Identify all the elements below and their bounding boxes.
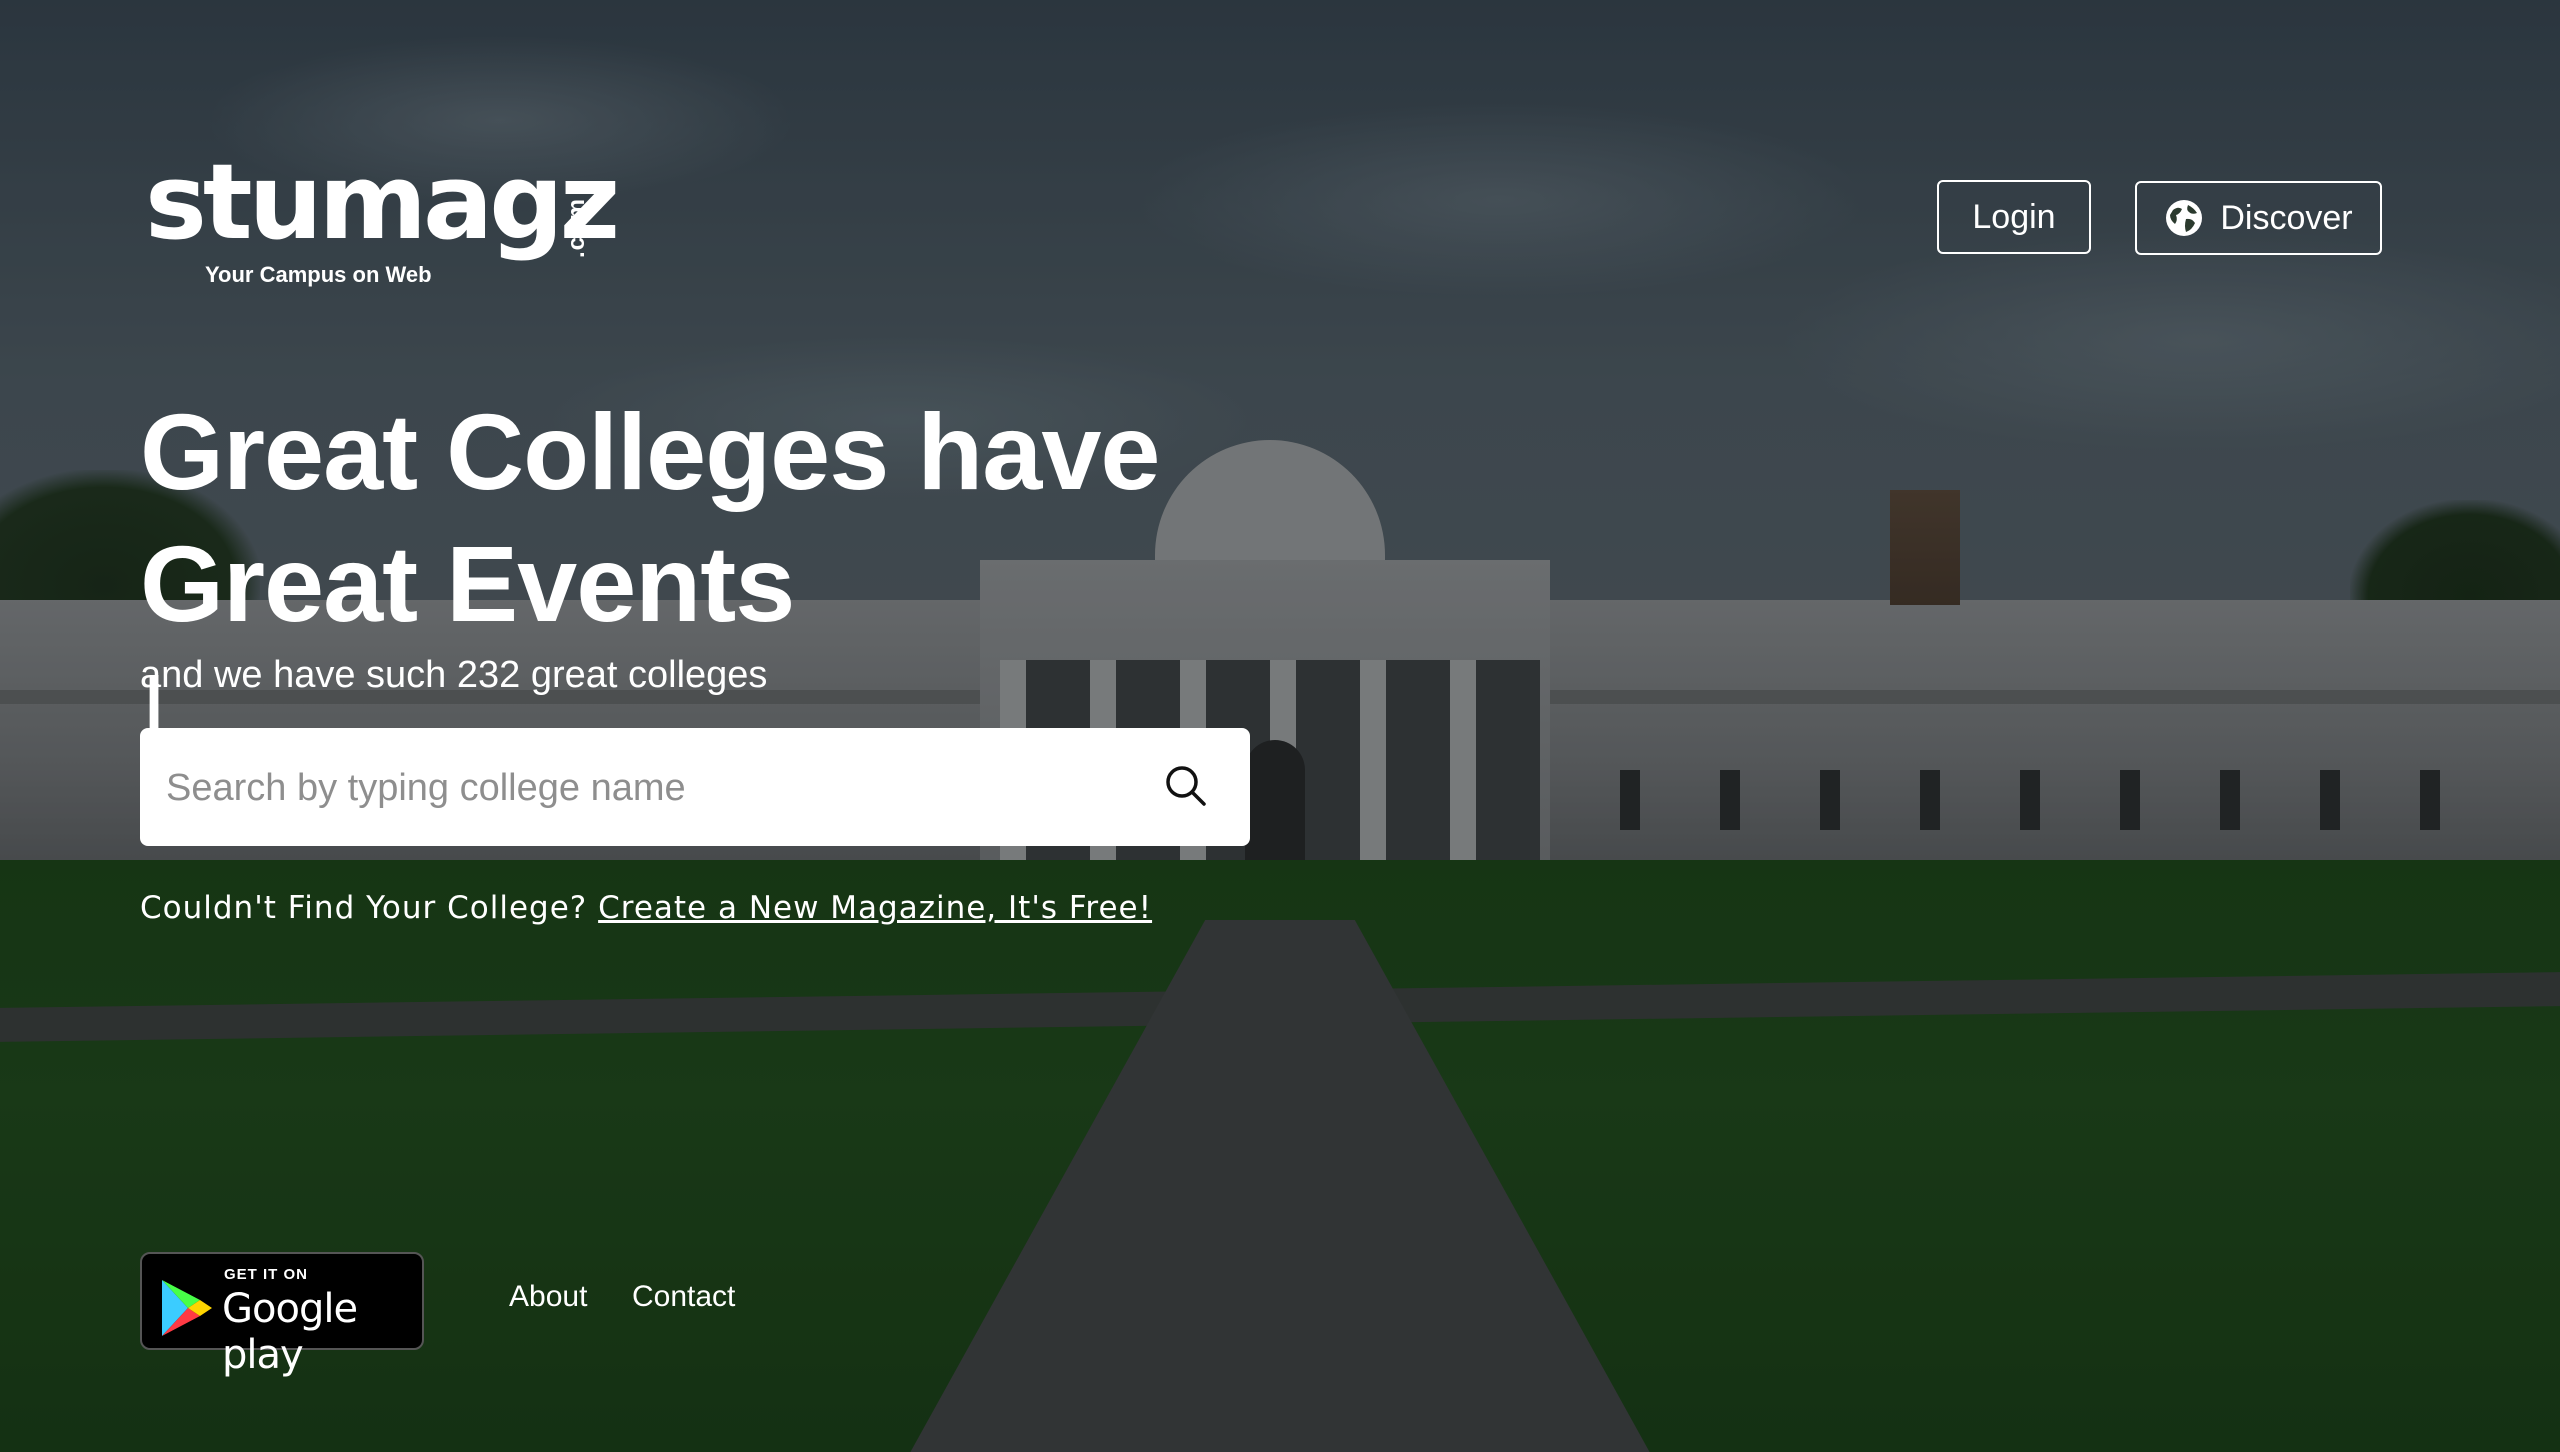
create-magazine-cta: Couldn't Find Your College? Create a New… — [140, 890, 1152, 926]
discover-button[interactable]: Discover — [2135, 181, 2382, 255]
college-search-box — [140, 728, 1250, 846]
logo-tagline: Your Campus on Web — [205, 262, 432, 287]
logo-domain-suffix: .com — [563, 197, 590, 258]
discover-button-label: Discover — [2220, 198, 2353, 237]
logo-wordmark: stumagz — [145, 141, 620, 263]
headline-line-2-text: Great Events — [140, 523, 795, 644]
brand-logo[interactable]: stumagz .com Your Campus on Web — [145, 150, 620, 290]
globe-icon — [2166, 200, 2203, 236]
hero-headline: Great Colleges have Great Events | — [140, 386, 1160, 782]
about-link[interactable]: About — [509, 1280, 587, 1314]
login-button[interactable]: Login — [1937, 180, 2091, 254]
cta-prompt: Couldn't Find Your College? — [140, 890, 588, 926]
headline-line-1: Great Colleges have — [140, 391, 1160, 512]
badge-big-text: Google play — [222, 1286, 358, 1378]
search-icon[interactable] — [1162, 762, 1210, 810]
college-search-input[interactable] — [164, 750, 1128, 826]
google-play-badge[interactable]: GET IT ON Google play — [140, 1252, 424, 1378]
hero-subline: and we have such 232 great colleges — [140, 654, 768, 696]
create-magazine-link[interactable]: Create a New Magazine, It's Free! — [598, 890, 1152, 926]
contact-link[interactable]: Contact — [632, 1280, 735, 1314]
badge-small-text: GET IT ON — [224, 1266, 308, 1283]
google-play-icon — [162, 1280, 212, 1336]
login-button-label: Login — [1972, 197, 2056, 236]
